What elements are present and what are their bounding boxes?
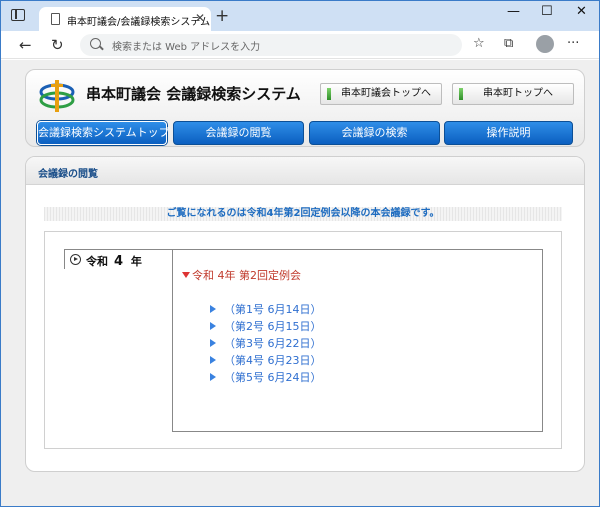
favorites-icon[interactable]: ☆ (473, 36, 485, 51)
panel-title: 会議録の閲覧 (38, 169, 98, 180)
refresh-icon[interactable]: ↻ (51, 36, 64, 54)
tab-actions-icon[interactable] (11, 9, 25, 21)
title-bar: 串本町議会/会議録検索システム ✕ + — ☐ ✕ (1, 1, 599, 32)
minimize-button[interactable]: — (507, 4, 520, 19)
nav-help[interactable]: 操作説明 (444, 121, 573, 145)
town-top-label: 串本町トップへ (483, 88, 553, 99)
council-top-label: 串本町議会トップへ (341, 88, 431, 99)
issue-label: （第5号 6月24日） (224, 371, 322, 384)
arrow-right-icon (210, 356, 216, 364)
town-top-link[interactable]: 串本町トップへ (452, 83, 574, 105)
nav-search-top[interactable]: 会議録検索システムトップ (37, 121, 170, 145)
year-label: 令和 4 年 (86, 253, 142, 269)
issue-link-5[interactable]: （第5号 6月24日） (210, 369, 322, 385)
year-tab[interactable]: 令和 4 年 (64, 249, 173, 269)
issue-link-4[interactable]: （第4号 6月23日） (210, 352, 322, 368)
list-box-divider (172, 268, 173, 432)
new-tab-button[interactable]: + (215, 6, 229, 26)
close-window-button[interactable]: ✕ (576, 4, 587, 19)
arrow-right-icon (210, 305, 216, 313)
arrow-right-icon (210, 322, 216, 330)
browse-panel: 会議録の閲覧 ご覧になれるのは令和4年第2回定例会以降の本会議録です。 令和 4 … (25, 156, 585, 472)
site-title: 串本町議会 会議録検索システム (86, 85, 301, 103)
issue-link-3[interactable]: （第3号 6月22日） (210, 335, 322, 351)
issue-link-1[interactable]: （第1号 6月14日） (210, 301, 322, 317)
site-header: 串本町議会 会議録検索システム 串本町議会トップへ 串本町トップへ 会議録検索シ… (25, 69, 585, 147)
year-suffix: 年 (130, 255, 142, 268)
link-mark-icon (327, 88, 331, 100)
session-label: 令和 4年 第2回定例会 (192, 269, 301, 282)
issue-label: （第4号 6月23日） (224, 354, 322, 367)
minutes-browser: 令和 4 年 令和 4年 第2回定例会 （第1号 6月14日） （第2号 6月15… (44, 231, 562, 449)
nav-browse[interactable]: 会議録の閲覧 (173, 121, 304, 145)
profile-icon[interactable] (536, 35, 554, 53)
issue-label: （第1号 6月14日） (224, 303, 322, 316)
site-logo (39, 80, 75, 112)
collections-icon[interactable]: ⧉ (504, 36, 513, 51)
tab-close-icon[interactable]: ✕ (195, 11, 205, 25)
browser-toolbar: ← ↻ 検索または Web アドレスを入力 ☆ ⧉ ··· (1, 31, 599, 59)
notice-text: ご覧になれるのは令和4年第2回定例会以降の本会議録です。 (44, 207, 562, 221)
issue-label: （第2号 6月15日） (224, 320, 322, 333)
page-icon (51, 13, 60, 25)
web-page: 串本町議会 会議録検索システム 串本町議会トップへ 串本町トップへ 会議録検索シ… (1, 60, 599, 506)
play-circle-icon (70, 254, 81, 265)
expanded-triangle-icon (182, 272, 190, 278)
arrow-right-icon (210, 373, 216, 381)
more-menu-icon[interactable]: ··· (567, 36, 579, 51)
tab-title: 串本町議会/会議録検索システム (67, 17, 211, 28)
active-tab[interactable]: 串本町議会/会議録検索システム ✕ (39, 7, 211, 32)
session-heading[interactable]: 令和 4年 第2回定例会 (182, 267, 301, 283)
panel-header: 会議録の閲覧 (26, 157, 584, 185)
year-number: 4 (114, 254, 124, 269)
issue-label: （第3号 6月22日） (224, 337, 322, 350)
maximize-button[interactable]: ☐ (541, 4, 553, 19)
nav-search[interactable]: 会議録の検索 (309, 121, 440, 145)
list-box-divider (172, 431, 543, 432)
address-bar[interactable]: 検索または Web アドレスを入力 (80, 34, 462, 56)
back-arrow-icon[interactable]: ← (19, 36, 32, 54)
arrow-right-icon (210, 339, 216, 347)
browser-window: 串本町議会/会議録検索システム ✕ + — ☐ ✕ ← ↻ 検索または Web … (0, 0, 600, 507)
council-top-link[interactable]: 串本町議会トップへ (320, 83, 442, 105)
link-mark-icon (459, 88, 463, 100)
search-icon (90, 38, 101, 49)
issue-link-2[interactable]: （第2号 6月15日） (210, 318, 322, 334)
address-placeholder: 検索または Web アドレスを入力 (112, 42, 261, 53)
year-era: 令和 (86, 255, 108, 268)
